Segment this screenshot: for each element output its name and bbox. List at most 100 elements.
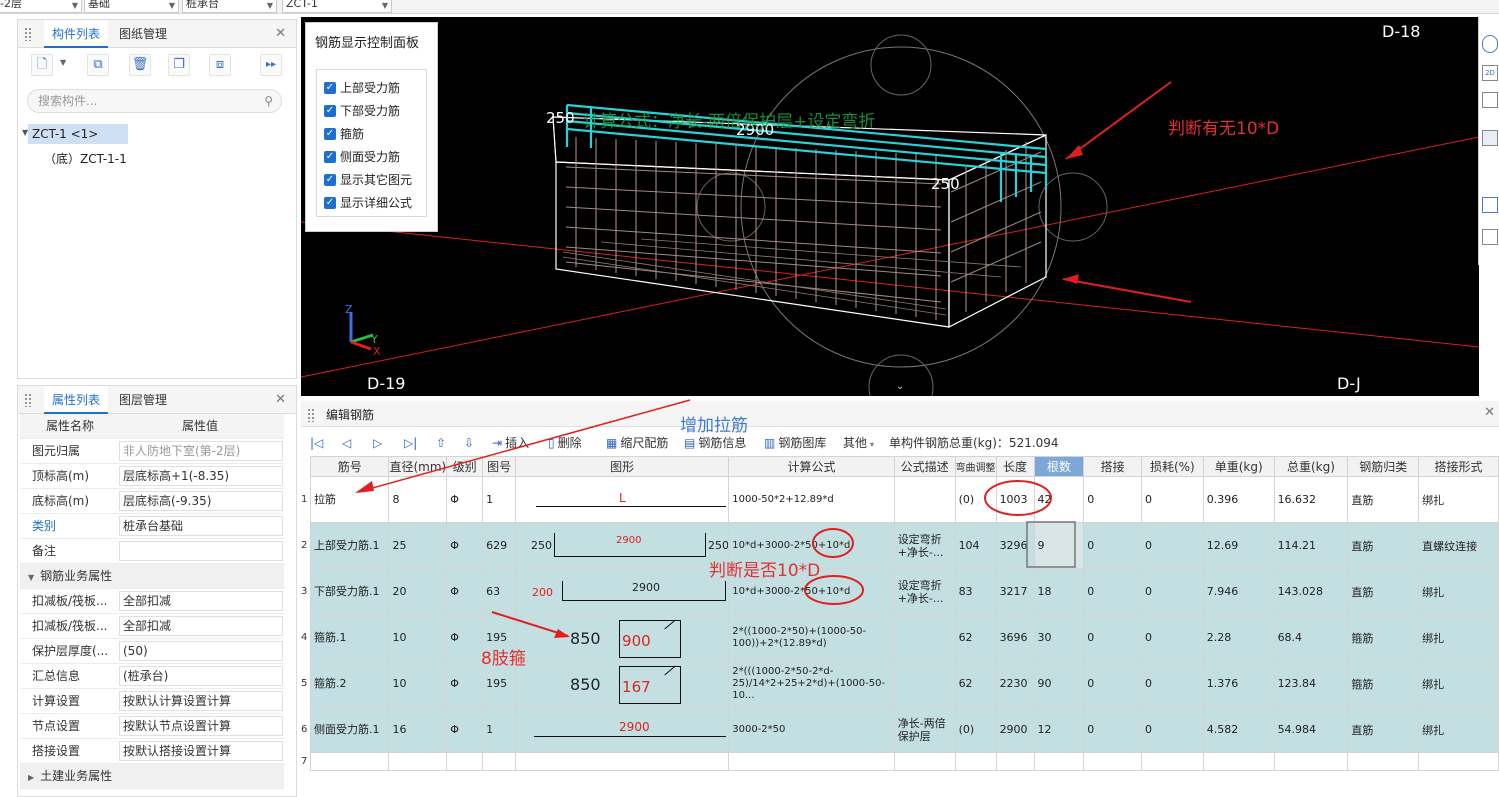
cell-loss[interactable]: 0: [1140, 660, 1204, 707]
checkbox-bottom-rebar[interactable]: ✓ 下部受力筋: [324, 103, 400, 119]
property-value[interactable]: 按默认计算设置计算: [119, 691, 283, 711]
cell-lap[interactable]: 0: [1083, 522, 1142, 569]
chevron-down-icon[interactable]: ▼: [60, 58, 66, 67]
cell-lapform[interactable]: 绑扎: [1418, 660, 1499, 707]
cell-bend[interactable]: 62: [954, 660, 997, 707]
cell-bend[interactable]: (0): [954, 476, 997, 523]
last-icon[interactable]: ▷|: [404, 434, 420, 452]
property-value[interactable]: 层底标高+1(-8.35): [119, 466, 283, 486]
cell-len[interactable]: [995, 752, 1035, 771]
cell-total[interactable]: 114.21: [1273, 522, 1349, 569]
cube-icon[interactable]: [1482, 130, 1498, 146]
cell-len[interactable]: 3296: [995, 522, 1035, 569]
property-value[interactable]: 按默认搭接设置计算: [119, 741, 283, 761]
close-icon[interactable]: ✕: [1484, 405, 1495, 420]
cell-cls[interactable]: 箍筋: [1347, 614, 1420, 661]
cell-len[interactable]: 1003: [995, 476, 1035, 523]
cell-unit[interactable]: 0.396: [1202, 476, 1275, 523]
cell-unit[interactable]: 1.376: [1202, 660, 1275, 707]
table-row[interactable]: 下部受力筋.1 20 Φ 63 200 2900 10*d+3000-2*50+10*d 设定…: [309, 568, 1499, 615]
cell-name[interactable]: 上部受力筋.1: [309, 522, 390, 569]
property-value[interactable]: [119, 541, 283, 561]
cell-count[interactable]: 30: [1033, 614, 1085, 661]
cell-fig[interactable]: [482, 752, 517, 771]
cell-cls[interactable]: 直筋: [1347, 568, 1420, 615]
cell-d[interactable]: 10: [388, 614, 448, 661]
cell-shape[interactable]: 850 167: [515, 660, 730, 707]
property-value[interactable]: 桩承台基础: [119, 516, 283, 536]
cell-d[interactable]: 25: [388, 522, 448, 569]
cell-fig[interactable]: 629: [482, 522, 517, 569]
view-2d-icon[interactable]: 2D: [1482, 65, 1498, 81]
duplicate-icon[interactable]: ❐: [168, 54, 190, 76]
cell-d[interactable]: 8: [388, 476, 448, 523]
tab-component-list[interactable]: 构件列表: [44, 20, 109, 48]
cell-cls[interactable]: 直筋: [1347, 522, 1420, 569]
cell-formula[interactable]: 2*((1000-2*50)+(1000-50-100))+2*(12.89*d…: [728, 614, 895, 661]
move-down-icon[interactable]: ⇩: [464, 434, 477, 452]
cell-formula[interactable]: [728, 752, 895, 771]
more-icon[interactable]: ▸▸: [260, 54, 282, 76]
cell-lapform[interactable]: 直螺纹连接: [1418, 522, 1499, 569]
table-row[interactable]: 拉筋 8 Φ 1 L 1000-50*2+12.89*d (0) 1003 42 0 0 0.396 1…: [309, 476, 1499, 523]
cell-d[interactable]: 20: [388, 568, 448, 615]
drag-grip-icon[interactable]: [24, 393, 32, 407]
type-select[interactable]: 桩承台 ▼: [182, 0, 277, 13]
other-menu-button[interactable]: 其他 ▾: [843, 434, 874, 452]
collapse-icon[interactable]: ⌄: [896, 381, 904, 392]
cell-lapform[interactable]: [1418, 752, 1499, 771]
delete-icon[interactable]: 🗑: [129, 54, 151, 76]
cell-total[interactable]: [1273, 752, 1349, 771]
cell-shape[interactable]: 200 2900: [515, 568, 730, 615]
cell-shape[interactable]: 2900: [515, 706, 730, 753]
tree-item-child[interactable]: （底）ZCT-1-1: [44, 150, 127, 167]
tab-drawing-management[interactable]: 图纸管理: [111, 20, 175, 48]
cell-unit[interactable]: 2.28: [1202, 614, 1275, 661]
cell-lapform[interactable]: 绑扎: [1418, 614, 1499, 661]
property-group-civil[interactable]: ▶ 土建业务属性: [20, 764, 284, 789]
cell-count[interactable]: 18: [1033, 568, 1085, 615]
cell-total[interactable]: 54.984: [1273, 706, 1349, 753]
cell-shape[interactable]: [515, 752, 730, 771]
cell-len[interactable]: 2900: [995, 706, 1035, 753]
cell-formula[interactable]: 1000-50*2+12.89*d: [728, 476, 895, 523]
delete-button[interactable]: ▯ 删除: [548, 434, 582, 452]
cell-unit[interactable]: [1202, 752, 1275, 771]
checkbox-side-rebar[interactable]: ✓ 侧面受力筋: [324, 149, 400, 165]
search-input[interactable]: 搜索构件... ⚲: [27, 89, 282, 113]
cell-grade[interactable]: Φ: [446, 614, 484, 661]
cell-bend[interactable]: 62: [954, 614, 997, 661]
first-icon[interactable]: |◁: [310, 434, 326, 452]
checkbox-top-rebar[interactable]: ✓ 上部受力筋: [324, 80, 400, 96]
cell-desc[interactable]: 净长-两倍保护层: [893, 706, 956, 753]
cell-desc[interactable]: [893, 752, 956, 771]
section-icon[interactable]: [1482, 197, 1498, 213]
cell-lap[interactable]: 0: [1083, 660, 1142, 707]
tree-item-root[interactable]: ZCT-1 <1>: [28, 124, 128, 144]
cell-loss[interactable]: 0: [1140, 614, 1204, 661]
cell-total[interactable]: 68.4: [1273, 614, 1349, 661]
cell-bend[interactable]: (0): [954, 706, 997, 753]
cell-fig[interactable]: 63: [482, 568, 517, 615]
table-row[interactable]: 上部受力筋.1 25 Φ 629 250 2900 250 10*d+3000-2*50+10…: [309, 522, 1499, 569]
cell-name[interactable]: 拉筋: [309, 476, 390, 523]
drag-grip-icon[interactable]: [307, 408, 315, 422]
close-icon[interactable]: ✕: [275, 392, 286, 407]
prev-icon[interactable]: ◁: [342, 434, 354, 452]
rebar-library-button[interactable]: ▥ 钢筋图库: [764, 434, 826, 452]
layer-icon[interactable]: [1482, 229, 1498, 245]
table-row[interactable]: 侧面受力筋.1 16 Φ 1 2900 3000-2*50 净长-两倍保护层 (0) 2900 1…: [309, 706, 1499, 753]
layer-copy-icon[interactable]: ⧈: [209, 54, 231, 76]
cell-grade[interactable]: Φ: [446, 706, 484, 753]
close-icon[interactable]: ✕: [275, 26, 286, 41]
cell-bend[interactable]: 104: [954, 522, 997, 569]
cell-len[interactable]: 3217: [995, 568, 1035, 615]
table-row[interactable]: [309, 752, 1499, 771]
cell-name[interactable]: 箍筋.1: [309, 614, 390, 661]
cell-grade[interactable]: [446, 752, 484, 771]
cell-count[interactable]: 9: [1033, 522, 1085, 569]
floor-select[interactable]: -2层 ▼: [0, 0, 82, 13]
cell-desc[interactable]: 设定弯折+净长-...: [893, 522, 956, 569]
cell-shape[interactable]: L: [515, 476, 730, 523]
move-up-icon[interactable]: ⇧: [436, 434, 449, 452]
